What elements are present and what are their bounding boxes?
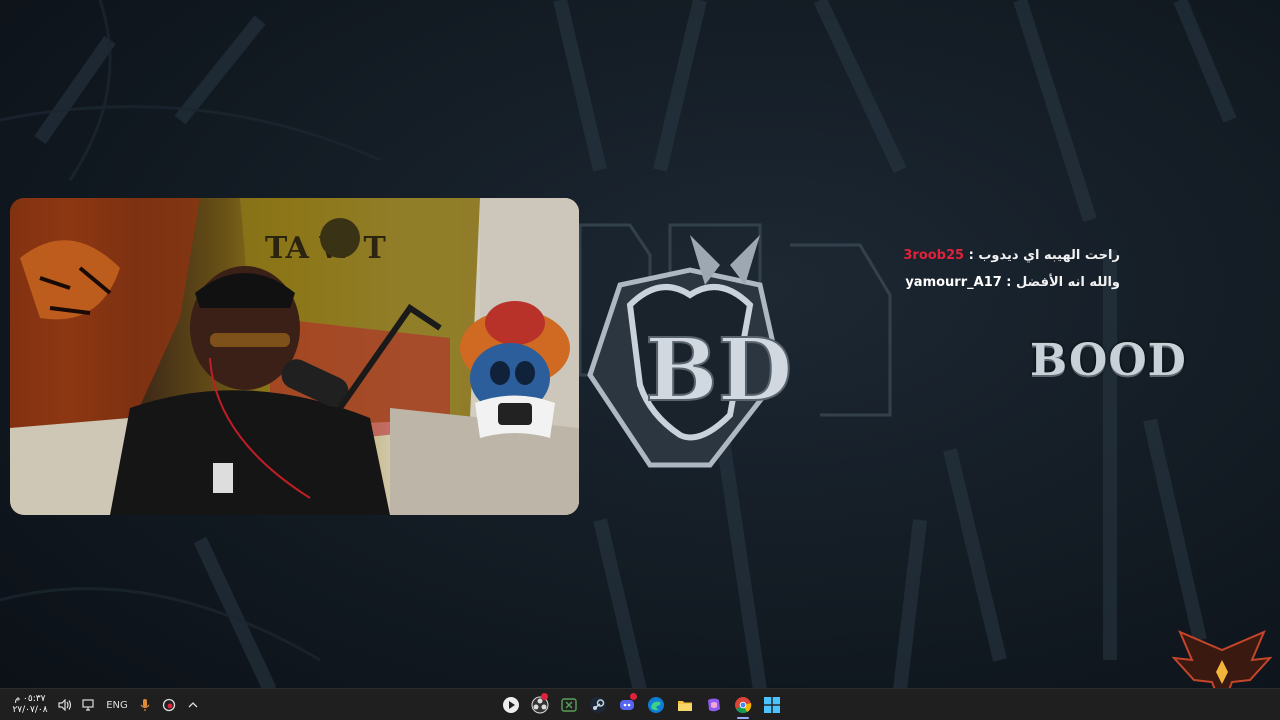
media-player-icon[interactable] (496, 689, 525, 720)
chat-message: راحت الهيبه اي ديدوب : 3roob25 (880, 248, 1120, 263)
chat-overlay: راحت الهيبه اي ديدوب : 3roob25 والله انه… (880, 248, 1120, 302)
obs-icon[interactable] (525, 689, 554, 720)
discord-icon[interactable] (612, 689, 641, 720)
bood-emblem-logo: BD (578, 223, 892, 468)
chat-username: yamourr_A17 (905, 275, 1002, 290)
chat-separator: : (964, 248, 979, 263)
chat-message: والله انه الأفضل : yamourr_A17 (880, 275, 1120, 290)
recording-app-icon[interactable] (158, 689, 180, 720)
bood-logo-text: BOOD (1030, 335, 1187, 386)
microphone-icon[interactable] (134, 689, 156, 720)
copilot-icon[interactable] (699, 689, 728, 720)
edge-icon[interactable] (641, 689, 670, 720)
volume-icon[interactable] (54, 689, 76, 720)
system-tray: ٠٥:٣٧ م ٢٧/٠٧/٠٨ ENG (8, 689, 204, 720)
taskbar-apps (496, 689, 786, 720)
webcam-feed: TA W T (10, 198, 579, 515)
notification-dot (630, 693, 637, 700)
windows-taskbar: ٠٥:٣٧ م ٢٧/٠٧/٠٨ ENG (0, 688, 1280, 720)
chat-username: 3roob25 (903, 248, 965, 263)
chat-message-text: والله انه الأفضل (1016, 275, 1120, 290)
xbox-icon[interactable] (554, 689, 583, 720)
language-indicator[interactable]: ENG (102, 689, 132, 720)
chat-message-text: راحت الهيبه اي ديدوب (978, 248, 1120, 263)
svg-text:BD: BD (645, 320, 792, 421)
windows-start-icon[interactable] (757, 689, 786, 720)
notification-dot (541, 693, 548, 700)
chat-separator: : (1001, 275, 1017, 290)
clock-date: ٢٧/٠٧/٠٨ (12, 705, 48, 715)
chrome-icon[interactable] (728, 689, 757, 720)
clock[interactable]: ٠٥:٣٧ م ٢٧/٠٧/٠٨ (8, 694, 52, 716)
file-explorer-icon[interactable] (670, 689, 699, 720)
steam-icon[interactable] (583, 689, 612, 720)
network-icon[interactable] (78, 689, 100, 720)
language-label: ENG (106, 699, 128, 711)
webcam-scene-illustration: TA W T (10, 198, 579, 515)
chevron-up-icon[interactable] (182, 689, 204, 720)
clock-time: ٠٥:٣٧ م (14, 694, 46, 704)
